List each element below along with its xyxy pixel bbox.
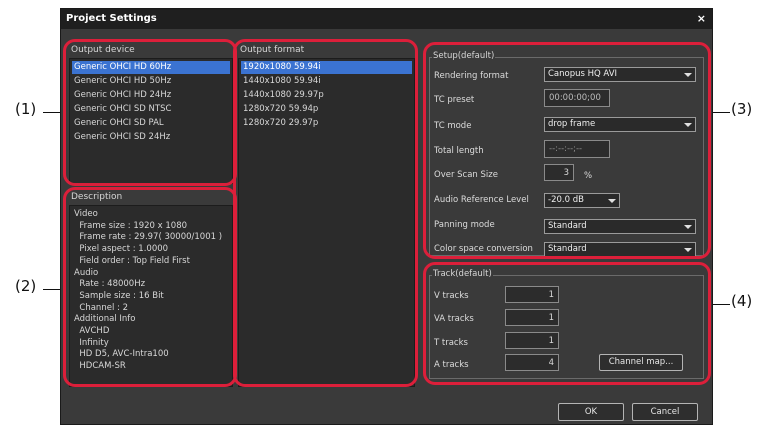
total-length-label: Total length — [434, 146, 484, 156]
dialog-title: Project Settings — [66, 13, 157, 24]
output-format-item[interactable]: 1440x1080 59.94i — [241, 75, 412, 88]
t-tracks-field[interactable]: 1 — [505, 332, 559, 349]
rendering-format-value: Canopus HQ AVI — [548, 69, 618, 79]
description-line: Audio — [74, 267, 99, 278]
description-line: Channel : 2 — [74, 302, 128, 313]
description-line: Rate : 48000Hz — [74, 279, 146, 290]
output-device-list[interactable]: Generic OHCI HD 60Hz Generic OHCI HD 50Hz… — [69, 58, 233, 184]
chevron-down-icon — [684, 73, 692, 77]
t-tracks-value: 1 — [548, 336, 554, 346]
description-line: Field order : Top Field First — [74, 255, 190, 266]
callout-3: (3) — [731, 100, 753, 118]
total-length-field: --:--:--;-- — [544, 140, 610, 158]
description-line: Pixel aspect : 1.0000 — [74, 244, 169, 255]
output-device-item[interactable]: Generic OHCI HD 24Hz — [72, 89, 230, 102]
over-scan-value: 3 — [563, 168, 569, 178]
chevron-down-icon — [684, 225, 692, 229]
rendering-format-label: Rendering format — [434, 71, 509, 81]
output-format-list[interactable]: 1920x1080 59.94i 1440x1080 59.94i 1440x108… — [238, 58, 415, 387]
description-line: HD D5, AVC-Intra100 — [74, 349, 169, 360]
va-tracks-value: 1 — [548, 313, 554, 323]
close-icon[interactable]: × — [697, 12, 706, 25]
color-space-value: Standard — [548, 244, 587, 254]
description-line: Infinity — [74, 337, 109, 348]
total-length-value: --:--:--;-- — [549, 144, 583, 154]
description-line: Video — [74, 209, 98, 219]
over-scan-unit: % — [584, 171, 593, 181]
audio-reference-value: -20.0 dB — [548, 195, 584, 205]
description-line: Additional Info — [74, 314, 136, 325]
output-format-item[interactable]: 1920x1080 59.94i — [241, 61, 412, 74]
rendering-format-dropdown[interactable]: Canopus HQ AVI — [544, 67, 696, 82]
v-tracks-value: 1 — [548, 290, 554, 300]
output-format-item[interactable]: 1280x720 59.94p — [241, 103, 412, 116]
chevron-down-icon — [684, 248, 692, 252]
callout-4: (4) — [731, 292, 753, 310]
description-line: Frame size : 1920 x 1080 — [74, 220, 188, 231]
output-format-item[interactable]: 1280x720 29.97p — [241, 117, 412, 130]
va-tracks-label: VA tracks — [434, 314, 474, 324]
a-tracks-field[interactable]: 4 — [505, 354, 559, 371]
description-line: HDCAM-SR — [74, 361, 126, 372]
ok-button[interactable]: OK — [558, 403, 624, 421]
tc-mode-dropdown[interactable]: drop frame — [544, 117, 696, 132]
track-group-title: Track(default) — [432, 269, 493, 279]
output-format-item[interactable]: 1440x1080 29.97p — [241, 89, 412, 102]
description-line: AVCHD — [74, 326, 110, 336]
over-scan-field[interactable]: 3 — [544, 164, 574, 181]
tc-mode-label: TC mode — [434, 121, 472, 131]
tc-preset-field[interactable]: 00:00:00;00 — [544, 89, 610, 107]
a-tracks-value: 4 — [548, 358, 554, 368]
description-line: Sample size : 16 Bit — [74, 290, 164, 301]
output-device-item[interactable]: Generic OHCI HD 50Hz — [72, 75, 230, 88]
color-space-label: Color space conversion — [434, 244, 533, 254]
panning-mode-label: Panning mode — [434, 220, 495, 230]
color-space-dropdown[interactable]: Standard — [544, 242, 696, 257]
output-device-item[interactable]: Generic OHCI HD 60Hz — [72, 61, 230, 74]
tc-mode-value: drop frame — [548, 119, 596, 129]
chevron-down-icon — [608, 199, 616, 203]
description-box: Video Frame size : 1920 x 1080 Frame rat… — [69, 205, 233, 387]
audio-reference-dropdown[interactable]: -20.0 dB — [544, 193, 620, 208]
over-scan-label: Over Scan Size — [434, 170, 498, 180]
output-device-item[interactable]: Generic OHCI SD 24Hz — [72, 131, 230, 144]
tc-preset-label: TC preset — [434, 95, 475, 105]
description-label: Description — [71, 192, 123, 202]
chevron-down-icon — [684, 123, 692, 127]
tc-preset-value: 00:00:00;00 — [549, 93, 601, 103]
t-tracks-label: T tracks — [434, 338, 468, 348]
setup-group-title: Setup(default) — [432, 51, 496, 61]
description-line: Frame rate : 29.97( 30000/1001 ) — [74, 232, 223, 243]
va-tracks-field[interactable]: 1 — [505, 309, 559, 326]
output-device-item[interactable]: Generic OHCI SD NTSC — [72, 103, 230, 116]
panning-mode-dropdown[interactable]: Standard — [544, 219, 696, 234]
callout-2: (2) — [15, 277, 37, 295]
title-bar[interactable]: Project Settings × — [61, 9, 712, 29]
output-device-label: Output device — [71, 45, 135, 55]
a-tracks-label: A tracks — [434, 360, 469, 370]
callout-1: (1) — [15, 100, 37, 118]
cancel-button[interactable]: Cancel — [632, 403, 698, 421]
project-settings-dialog: Project Settings × Output device Generic… — [60, 8, 713, 425]
v-tracks-field[interactable]: 1 — [505, 286, 559, 303]
v-tracks-label: V tracks — [434, 291, 469, 301]
channel-map-button[interactable]: Channel map... — [599, 354, 683, 371]
audio-reference-label: Audio Reference Level — [434, 195, 529, 205]
output-format-label: Output format — [240, 45, 305, 55]
panning-mode-value: Standard — [548, 221, 587, 231]
output-device-item[interactable]: Generic OHCI SD PAL — [72, 117, 230, 130]
